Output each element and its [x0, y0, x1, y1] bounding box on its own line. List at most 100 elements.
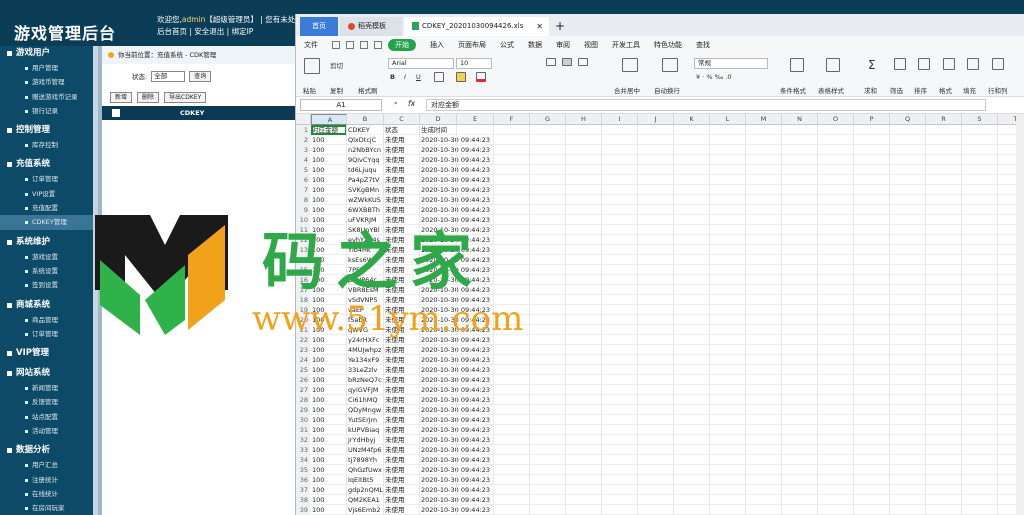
sidebar-item[interactable]: 充值配置 [0, 201, 96, 215]
menu-features[interactable]: 特色功能 [654, 40, 682, 50]
table-cell[interactable]: 未使用 [384, 155, 420, 165]
table-cell[interactable]: 2020-10-30 09:44:23 [420, 235, 494, 245]
row-number[interactable]: 38 [296, 495, 310, 505]
row-number[interactable]: 11 [296, 225, 310, 235]
sidebar-section[interactable]: 商城系统 [0, 298, 96, 313]
merge-icon[interactable] [622, 58, 638, 72]
column-header[interactable]: I [602, 114, 638, 125]
sidebar-section[interactable]: 控制管理 [0, 123, 96, 138]
row-number[interactable]: 39 [296, 505, 310, 515]
row-number[interactable]: 28 [296, 395, 310, 405]
table-cell[interactable]: 2020-10-30 09:44:23 [420, 265, 494, 275]
table-cell[interactable]: 未使用 [384, 205, 420, 215]
italic-button[interactable]: I [404, 73, 406, 81]
table-cell[interactable]: 100 [311, 225, 347, 235]
table-cell[interactable]: 100 [311, 195, 347, 205]
table-cell[interactable]: QlxDtcjC [347, 135, 384, 145]
table-cell[interactable]: 2020-10-30 09:44:23 [420, 335, 494, 345]
table-cell[interactable]: 未使用 [384, 165, 420, 175]
fx-icon[interactable]: fx [408, 99, 415, 108]
row-number[interactable]: 12 [296, 235, 310, 245]
table-cell[interactable]: 未使用 [384, 145, 420, 155]
logout-link[interactable]: 安全退出 [194, 27, 224, 36]
table-cell[interactable]: 未使用 [384, 255, 420, 265]
column-header[interactable]: L [710, 114, 746, 125]
close-tab-icon[interactable]: ✕ [536, 17, 543, 36]
table-cell[interactable]: gdp2nQML [347, 485, 384, 495]
font-size-select[interactable]: 10 [456, 58, 492, 69]
column-header[interactable]: H [566, 114, 602, 125]
table-cell[interactable]: 未使用 [384, 505, 420, 515]
sidebar-section[interactable]: 网站系统 [0, 366, 96, 381]
table-cell[interactable]: 未使用 [384, 305, 420, 315]
table-cell[interactable]: 100 [311, 285, 347, 295]
table-cell[interactable]: Ye134xF9 [347, 355, 384, 365]
table-cell[interactable]: 100 [311, 155, 347, 165]
table-cell[interactable]: 7PFf [347, 265, 384, 275]
column-header[interactable]: G [530, 114, 566, 125]
table-cell[interactable]: 未使用 [384, 445, 420, 455]
table-cell[interactable]: 2020-10-30 09:44:23 [420, 195, 494, 205]
paste-button[interactable]: 粘贴 [303, 85, 316, 95]
table-cell[interactable]: 100 [311, 205, 347, 215]
row-col-icon[interactable] [992, 58, 1004, 70]
table-cell[interactable]: f5abR [347, 315, 384, 325]
table-cell[interactable]: td6Ljuqu [347, 165, 384, 175]
save-icon[interactable] [332, 41, 340, 49]
table-cell[interactable]: 未使用 [384, 485, 420, 495]
table-cell[interactable]: 2020-10-30 09:44:23 [420, 145, 494, 155]
table-cell[interactable]: UNzM4fp6 [347, 445, 384, 455]
table-cell[interactable]: 100 [311, 495, 347, 505]
table-style-icon[interactable] [826, 58, 840, 72]
row-number[interactable]: 16 [296, 275, 310, 285]
table-cell[interactable]: 100 [311, 475, 347, 485]
filter-icon[interactable] [894, 58, 906, 70]
table-cell[interactable]: 未使用 [384, 495, 420, 505]
delete-button[interactable]: 删除 [137, 91, 160, 103]
column-header[interactable]: O [818, 114, 854, 125]
table-cell[interactable]: 2020-10-30 09:44:23 [420, 405, 494, 415]
query-button[interactable]: 查询 [189, 70, 212, 82]
table-cell[interactable]: 2020-10-30 09:44:23 [420, 415, 494, 425]
menu-data[interactable]: 数据 [528, 40, 542, 50]
border-icon[interactable] [434, 72, 444, 82]
table-cell[interactable]: Ci61hMQ [347, 395, 384, 405]
row-number[interactable]: 33 [296, 445, 310, 455]
undo-icon[interactable] [360, 41, 368, 49]
table-cell[interactable]: 未使用 [384, 325, 420, 335]
table-cell[interactable]: 2020-10-30 09:44:23 [420, 165, 494, 175]
table-cell[interactable]: 100 [311, 165, 347, 175]
tab-template[interactable]: 稻壳模板 [340, 17, 402, 36]
menu-page-layout[interactable]: 页面布局 [458, 40, 486, 50]
sidebar-item[interactable]: 新闻管理 [0, 381, 96, 395]
table-cell[interactable]: 未使用 [384, 315, 420, 325]
table-cell[interactable]: 100 [311, 415, 347, 425]
fill-icon[interactable] [967, 58, 979, 70]
table-cell[interactable]: 未使用 [384, 465, 420, 475]
new-button[interactable]: 新增 [110, 91, 133, 103]
table-cell[interactable]: 100 [311, 445, 347, 455]
table-cell[interactable]: n2NbBYcn [347, 145, 384, 155]
table-cell[interactable]: 100 [311, 435, 347, 445]
table-cell[interactable]: qWVG [347, 325, 384, 335]
row-number[interactable]: 13 [296, 245, 310, 255]
sidebar-section[interactable]: 充值系统 [0, 157, 96, 172]
table-cell[interactable]: 100 [311, 335, 347, 345]
sidebar-item[interactable]: 签到设置 [0, 278, 96, 292]
table-cell[interactable]: 2020-10-30 09:44:23 [420, 185, 494, 195]
row-number[interactable]: 6 [296, 175, 310, 185]
row-number[interactable]: 17 [296, 285, 310, 295]
table-cell[interactable]: 2020-10-30 09:44:23 [420, 255, 494, 265]
redo-icon[interactable] [374, 41, 382, 49]
row-number[interactable]: 23 [296, 345, 310, 355]
table-cell[interactable]: qyiGVFJM [347, 385, 384, 395]
row-number[interactable]: 20 [296, 315, 310, 325]
wrap-icon[interactable] [662, 58, 678, 72]
row-number[interactable]: 27 [296, 385, 310, 395]
table-cell[interactable]: 未使用 [384, 395, 420, 405]
table-cell[interactable]: 100 [311, 405, 347, 415]
table-cell[interactable]: 状态 [384, 125, 420, 135]
table-cell[interactable]: 2020-10-30 09:44:23 [420, 285, 494, 295]
vertical-scrollbar[interactable] [1016, 114, 1024, 515]
table-cell[interactable]: 未使用 [384, 365, 420, 375]
